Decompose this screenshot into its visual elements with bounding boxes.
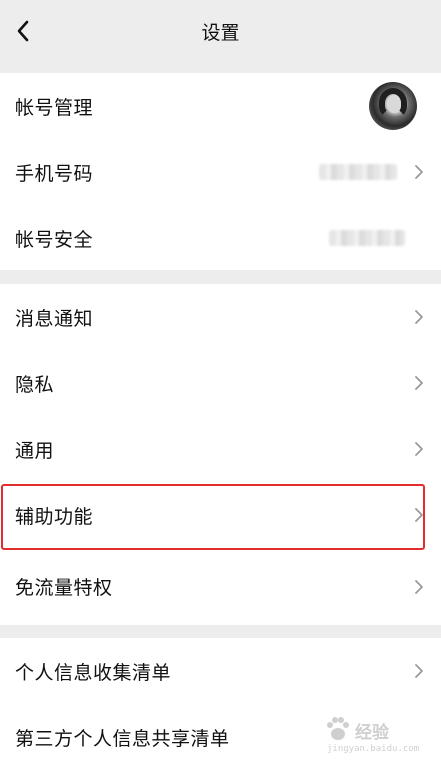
phone-number-value-blurred (319, 164, 397, 180)
notifications-label: 消息通知 (15, 307, 94, 330)
chevron-right-icon (415, 165, 423, 179)
watermark: 经验 jingyan.baidu.com (323, 714, 433, 760)
account-security-row[interactable]: 帐号安全 (0, 205, 441, 271)
chevron-right-icon (415, 508, 423, 522)
third-party-list-label: 第三方个人信息共享清单 (15, 727, 230, 750)
avatar[interactable] (369, 82, 417, 130)
accessibility-label: 辅助功能 (15, 505, 94, 528)
accessibility-row[interactable]: 辅助功能 (0, 482, 441, 548)
phone-number-row[interactable]: 手机号码 (0, 139, 441, 205)
account-management-label: 帐号管理 (15, 96, 94, 119)
privacy-row[interactable]: 隐私 (0, 350, 441, 416)
account-security-value-blurred (329, 230, 405, 246)
chevron-right-icon (415, 376, 423, 390)
chevron-right-icon (415, 442, 423, 456)
personal-info-list-row[interactable]: 个人信息收集清单 (0, 638, 441, 704)
data-saver-row[interactable]: 免流量特权 (0, 548, 441, 625)
chevron-right-icon (415, 310, 423, 324)
watermark-text: 经验 (355, 723, 389, 743)
chevron-right-icon (415, 579, 423, 594)
personal-info-list-label: 个人信息收集清单 (15, 661, 172, 684)
account-group: 帐号管理 手机号码 帐号安全 (0, 73, 441, 270)
settings-group: 消息通知 隐私 通用 辅助功能 免流量特权 (0, 284, 441, 625)
watermark-sub: jingyan.baidu.com (327, 744, 420, 754)
general-label: 通用 (15, 439, 55, 462)
data-saver-label: 免流量特权 (15, 577, 113, 599)
notifications-row[interactable]: 消息通知 (0, 284, 441, 350)
account-management-row[interactable]: 帐号管理 (0, 73, 441, 139)
avatar-face (387, 95, 401, 113)
phone-number-label: 手机号码 (15, 162, 94, 185)
header-bar: 设置 (0, 0, 441, 64)
page-title: 设置 (201, 22, 240, 44)
settings-screen: 设置 帐号管理 手机号码 帐号安全 消息通知 隐私 通用 辅助功能 免流量特权 … (0, 0, 441, 770)
privacy-label: 隐私 (15, 373, 55, 396)
paw-logo-icon (327, 717, 349, 740)
account-security-label: 帐号安全 (15, 228, 94, 251)
chevron-right-icon (415, 664, 423, 678)
general-row[interactable]: 通用 (0, 416, 441, 482)
